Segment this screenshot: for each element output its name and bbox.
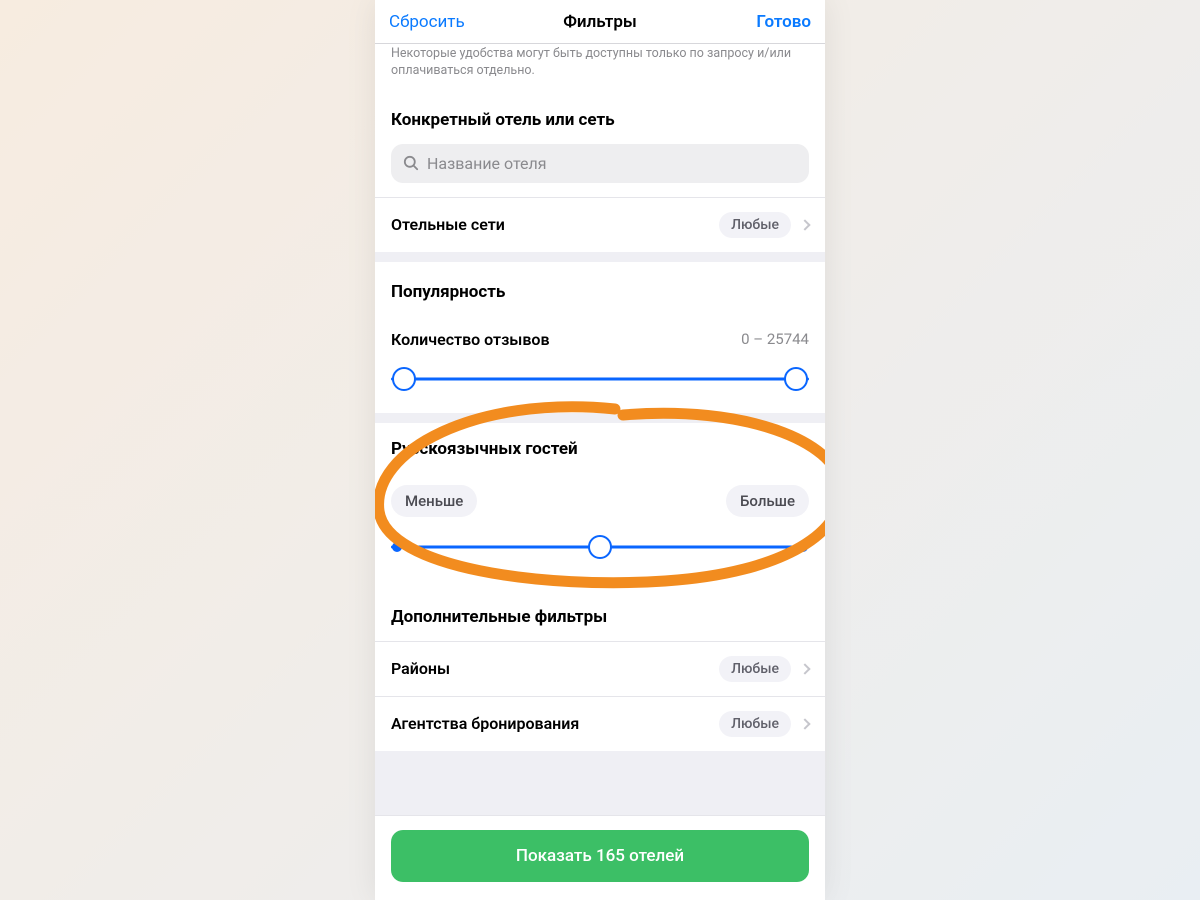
chevron-right-icon	[799, 219, 810, 230]
agencies-label: Агентства бронирования	[391, 714, 579, 733]
done-button[interactable]: Готово	[756, 12, 811, 32]
section-extra-title: Дополнительные фильтры	[375, 585, 825, 641]
agencies-row[interactable]: Агентства бронирования Любые	[375, 696, 825, 751]
section-russian-guests-title: Русскоязычных гостей	[375, 423, 825, 473]
slider-thumb-min[interactable]	[392, 367, 416, 391]
hotel-chains-value: Любые	[719, 212, 791, 238]
russian-guests-slider[interactable]	[391, 535, 809, 559]
search-placeholder: Название отеля	[427, 154, 547, 173]
navbar: Сбросить Фильтры Готово	[375, 0, 825, 44]
amenities-disclaimer: Некоторые удобства могут быть доступны т…	[375, 44, 825, 90]
chevron-right-icon	[799, 663, 810, 674]
cta-bar: Показать 165 отелей	[375, 815, 825, 900]
reviews-slider-block: Количество отзывов 0 – 25744	[375, 316, 825, 413]
show-results-button[interactable]: Показать 165 отелей	[391, 830, 809, 882]
districts-value: Любые	[719, 656, 791, 682]
russian-guests-block: Русскоязычных гостей Меньше Больше	[375, 423, 825, 585]
reviews-count-label: Количество отзывов	[391, 330, 550, 349]
chevron-right-icon	[799, 718, 810, 729]
hotel-search-wrap: Название отеля	[375, 144, 825, 197]
reviews-range-value: 0 – 25744	[741, 330, 809, 348]
slider-endpoint-left	[392, 542, 402, 552]
districts-row[interactable]: Районы Любые	[375, 641, 825, 696]
agencies-value: Любые	[719, 711, 791, 737]
less-chip[interactable]: Меньше	[391, 485, 477, 517]
content-scroll[interactable]: Некоторые удобства могут быть доступны т…	[375, 44, 825, 900]
search-icon	[403, 155, 419, 171]
hotel-chains-row[interactable]: Отельные сети Любые	[375, 197, 825, 252]
reset-button[interactable]: Сбросить	[389, 12, 465, 32]
section-hotel-title: Конкретный отель или сеть	[375, 90, 825, 144]
section-popularity-title: Популярность	[375, 262, 825, 316]
slider-endpoint-right	[798, 542, 808, 552]
more-chip[interactable]: Больше	[726, 485, 809, 517]
reviews-range-slider[interactable]	[391, 367, 809, 391]
districts-label: Районы	[391, 659, 450, 678]
slider-thumb-max[interactable]	[784, 367, 808, 391]
filters-screen: Сбросить Фильтры Готово Некоторые удобст…	[375, 0, 825, 900]
hotel-name-search[interactable]: Название отеля	[391, 144, 809, 183]
hotel-chains-label: Отельные сети	[391, 215, 505, 234]
slider-thumb-center[interactable]	[588, 535, 612, 559]
